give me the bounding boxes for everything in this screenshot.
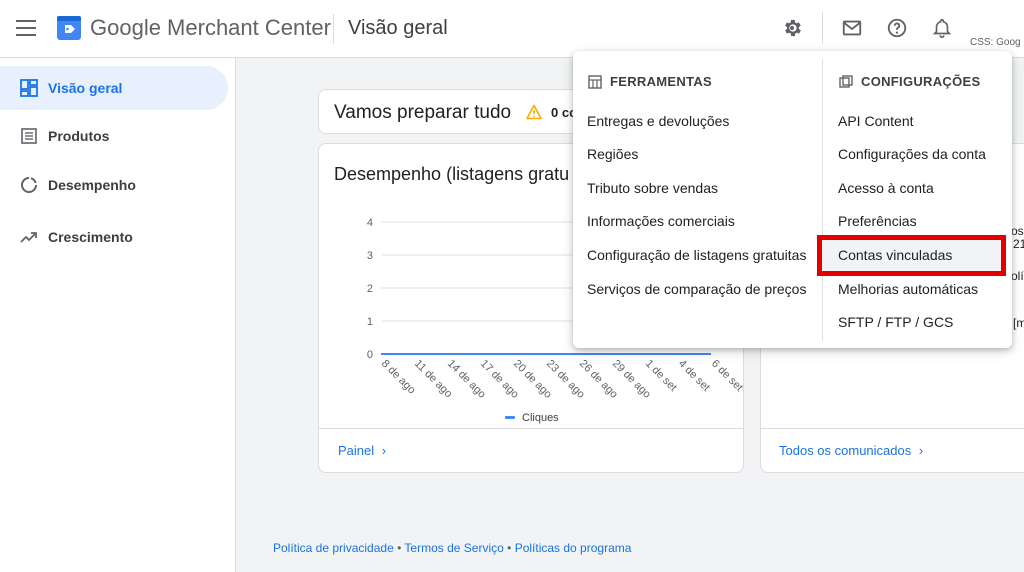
menu-item-account-settings[interactable]: Configurações da conta (838, 144, 986, 164)
top-app-bar: Google Merchant Center Visão geral CSS: … (0, 0, 1024, 58)
legend-swatch (505, 416, 515, 419)
dashboard-link-label: Painel (338, 443, 375, 458)
help-icon[interactable] (886, 17, 908, 39)
menu-item-regions[interactable]: Regiões (587, 144, 638, 164)
footer-separator: • (507, 541, 512, 555)
privacy-policy-link[interactable]: Política de privacidade (273, 541, 394, 555)
sidebar-item-products[interactable]: Produtos (0, 114, 228, 158)
brand-name: Google Merchant Center (90, 15, 331, 40)
list-icon (21, 128, 37, 144)
footer-separator: • (397, 541, 402, 555)
menu-item-business-info[interactable]: Informações comerciais (587, 211, 735, 231)
menu-icon[interactable] (16, 20, 36, 36)
settings-header-label: CONFIGURAÇÕES (861, 74, 981, 89)
y-tick-label: 3 (367, 250, 373, 262)
settings-header: CONFIGURAÇÕES (839, 74, 980, 89)
text-fragment: os (1011, 224, 1024, 238)
program-policies-link[interactable]: Políticas do programa (515, 541, 632, 555)
x-tick-label: 4 de set (676, 358, 712, 394)
sidebar-item-label: Produtos (48, 128, 110, 144)
menu-item-comparison-shopping[interactable]: Serviços de comparação de preços (587, 279, 806, 299)
tools-header-label: FERRAMENTAS (610, 74, 712, 89)
card-divider (319, 428, 743, 429)
mail-icon[interactable] (841, 17, 863, 39)
css-label: CSS: Goog (970, 37, 1021, 48)
chevron-right-icon: › (381, 443, 387, 458)
menu-item-automatic-improvements[interactable]: Melhorias automáticas (838, 279, 978, 299)
text-fragment: 21 (1013, 237, 1024, 251)
menu-item-shipping-returns[interactable]: Entregas e devoluções (587, 111, 729, 131)
sidebar-item-label: Visão geral (48, 80, 123, 96)
sidebar-item-performance[interactable]: Desempenho (0, 163, 228, 207)
page-title: Visão geral (348, 17, 448, 39)
chevron-right-icon: › (918, 443, 924, 458)
y-tick-label: 2 (367, 283, 373, 295)
text-fragment: olí (1011, 269, 1024, 283)
sidebar-item-label: Crescimento (48, 229, 133, 245)
legend-label: Cliques (522, 412, 559, 424)
y-tick-label: 1 (367, 316, 373, 328)
x-tick-label: 6 de set (709, 358, 744, 394)
sidebar: Visão geral Produtos Desempenho Crescime… (0, 58, 236, 572)
tools-settings-menu: FERRAMENTAS CONFIGURAÇÕES Entregas e dev… (573, 51, 1012, 348)
settings-icon (839, 74, 853, 88)
y-tick-label: 0 (367, 349, 373, 361)
performance-title: Desempenho (listagens gratu (334, 164, 570, 184)
tools-icon (588, 74, 602, 89)
y-tick-label: 4 (367, 217, 373, 229)
setup-title: Vamos preparar tudo (334, 102, 512, 123)
dashboard-icon (20, 79, 38, 97)
x-tick-label: 8 de ago (379, 358, 418, 397)
menu-item-linked-accounts[interactable]: Contas vinculadas (838, 245, 952, 265)
menu-column-divider (822, 59, 823, 341)
trend-icon (20, 232, 37, 243)
sidebar-item-overview[interactable]: Visão geral (0, 66, 228, 110)
bell-icon[interactable] (931, 17, 953, 39)
footer-links: Política de privacidade • Termos de Serv… (273, 541, 631, 555)
merchant-center-logo (57, 16, 81, 40)
text-fragment: [m (1013, 316, 1024, 330)
tools-header: FERRAMENTAS (588, 74, 712, 89)
header-divider (333, 14, 334, 44)
setup-card: Vamos preparar tudo 0 co (318, 89, 588, 134)
gear-icon[interactable] (781, 17, 803, 39)
terms-of-service-link[interactable]: Termos de Serviço (404, 541, 503, 555)
menu-item-sftp-ftp-gcs[interactable]: SFTP / FTP / GCS (838, 312, 953, 332)
header-divider-right (822, 12, 823, 44)
card-divider (761, 428, 1024, 429)
menu-item-sales-tax[interactable]: Tributo sobre vendas (587, 178, 718, 198)
dashboard-link[interactable]: Painel › (338, 443, 386, 458)
donut-icon (21, 177, 37, 193)
menu-item-account-access[interactable]: Acesso à conta (838, 178, 934, 198)
menu-item-preferences[interactable]: Preferências (838, 211, 917, 231)
menu-item-content-api[interactable]: API Content (838, 111, 914, 131)
all-announcements-link[interactable]: Todos os comunicados › (779, 443, 923, 458)
sidebar-item-growth[interactable]: Crescimento (0, 215, 228, 259)
menu-item-free-listings-setup[interactable]: Configuração de listagens gratuitas (587, 245, 806, 265)
sidebar-item-label: Desempenho (48, 177, 136, 193)
all-announcements-label: Todos os comunicados (779, 443, 912, 458)
warning-icon (526, 104, 542, 120)
